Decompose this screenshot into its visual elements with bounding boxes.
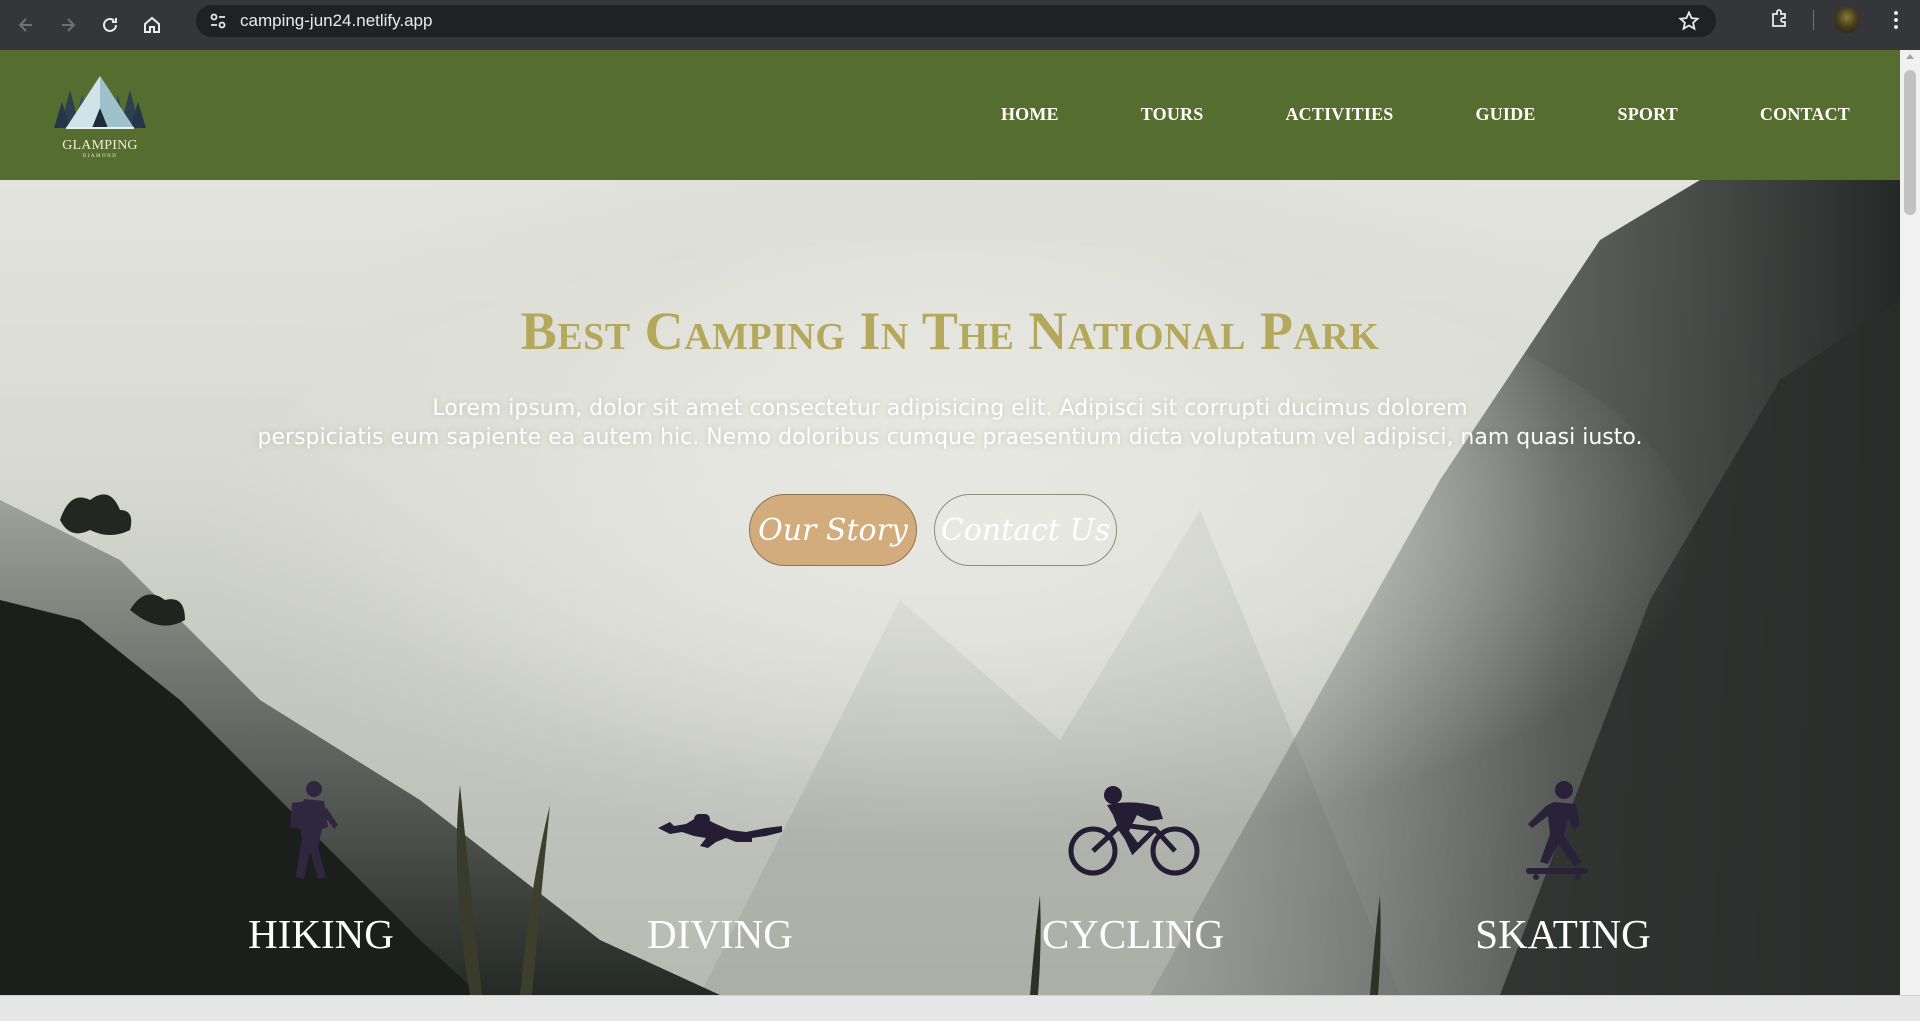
hero-description-line-1: Lorem ipsum, dolor sit amet consectetur … bbox=[432, 396, 1468, 421]
hero-description: Lorem ipsum, dolor sit amet consectetur … bbox=[200, 394, 1700, 452]
extensions-puzzle-icon[interactable] bbox=[1768, 7, 1792, 36]
main-nav: HOME TOURS ACTIVITIES GUIDE SPORT CONTAC… bbox=[919, 104, 1850, 125]
home-icon bbox=[144, 16, 160, 33]
profile-avatar[interactable] bbox=[1834, 7, 1860, 33]
url-text[interactable]: camping-jun24.netlify.app bbox=[240, 11, 432, 31]
more-menu-icon[interactable] bbox=[1884, 8, 1908, 37]
home-button[interactable] bbox=[136, 9, 168, 41]
diver-icon bbox=[658, 814, 782, 848]
activity-label-skating[interactable]: SKATING bbox=[1413, 910, 1713, 958]
activity-label-cycling[interactable]: CYCLING bbox=[983, 910, 1283, 958]
toolbar-divider bbox=[1813, 10, 1814, 30]
browser-toolbar: camping-jun24.netlify.app bbox=[0, 0, 1920, 50]
logo-title: GLAMPING bbox=[62, 138, 138, 153]
nav-sport[interactable]: SPORT bbox=[1618, 104, 1678, 125]
forward-arrow-icon bbox=[62, 18, 76, 32]
site-header: GLAMPING DIAMOND HOME TOURS ACTIVITIES G… bbox=[0, 50, 1900, 180]
nav-tours[interactable]: TOURS bbox=[1141, 104, 1204, 125]
contact-us-button[interactable]: Contact Us bbox=[934, 494, 1117, 566]
hero-section: Best Camping In The National Park Lorem … bbox=[0, 180, 1900, 995]
site-info-icon[interactable] bbox=[208, 11, 228, 31]
address-bar[interactable]: camping-jun24.netlify.app bbox=[196, 5, 1716, 37]
hero-description-line-2: perspiciatis eum sapiente ea autem hic. … bbox=[257, 425, 1643, 450]
forward-button[interactable] bbox=[52, 9, 84, 41]
scrollbar-thumb[interactable] bbox=[1904, 70, 1916, 215]
tent-logo-icon bbox=[54, 76, 146, 129]
scroll-up-arrow-icon[interactable] bbox=[1906, 54, 1914, 59]
hiker-icon bbox=[290, 781, 338, 879]
logo-subtitle: DIAMOND bbox=[82, 154, 118, 159]
reload-button[interactable] bbox=[94, 9, 126, 41]
skater-icon bbox=[1526, 781, 1588, 880]
activity-label-hiking[interactable]: HIKING bbox=[171, 910, 471, 958]
bookmark-star-icon[interactable] bbox=[1678, 10, 1700, 37]
cyclist-icon bbox=[1068, 786, 1200, 876]
our-story-button[interactable]: Our Story bbox=[749, 494, 917, 566]
nav-guide[interactable]: GUIDE bbox=[1476, 104, 1536, 125]
nav-contact[interactable]: CONTACT bbox=[1760, 104, 1850, 125]
nav-activities[interactable]: ACTIVITIES bbox=[1285, 104, 1393, 125]
back-arrow-icon bbox=[18, 18, 32, 32]
hero-title: Best Camping In The National Park bbox=[520, 301, 1380, 361]
glamping-logo[interactable]: GLAMPING DIAMOND bbox=[52, 64, 148, 164]
nav-home[interactable]: HOME bbox=[1001, 104, 1059, 125]
back-button[interactable] bbox=[10, 9, 42, 41]
vertical-scrollbar[interactable] bbox=[1900, 50, 1920, 995]
page-viewport: GLAMPING DIAMOND HOME TOURS ACTIVITIES G… bbox=[0, 50, 1900, 995]
reload-icon bbox=[103, 17, 117, 32]
activity-label-diving[interactable]: DIVING bbox=[570, 910, 870, 958]
horizontal-scrollbar[interactable] bbox=[0, 995, 1920, 1021]
